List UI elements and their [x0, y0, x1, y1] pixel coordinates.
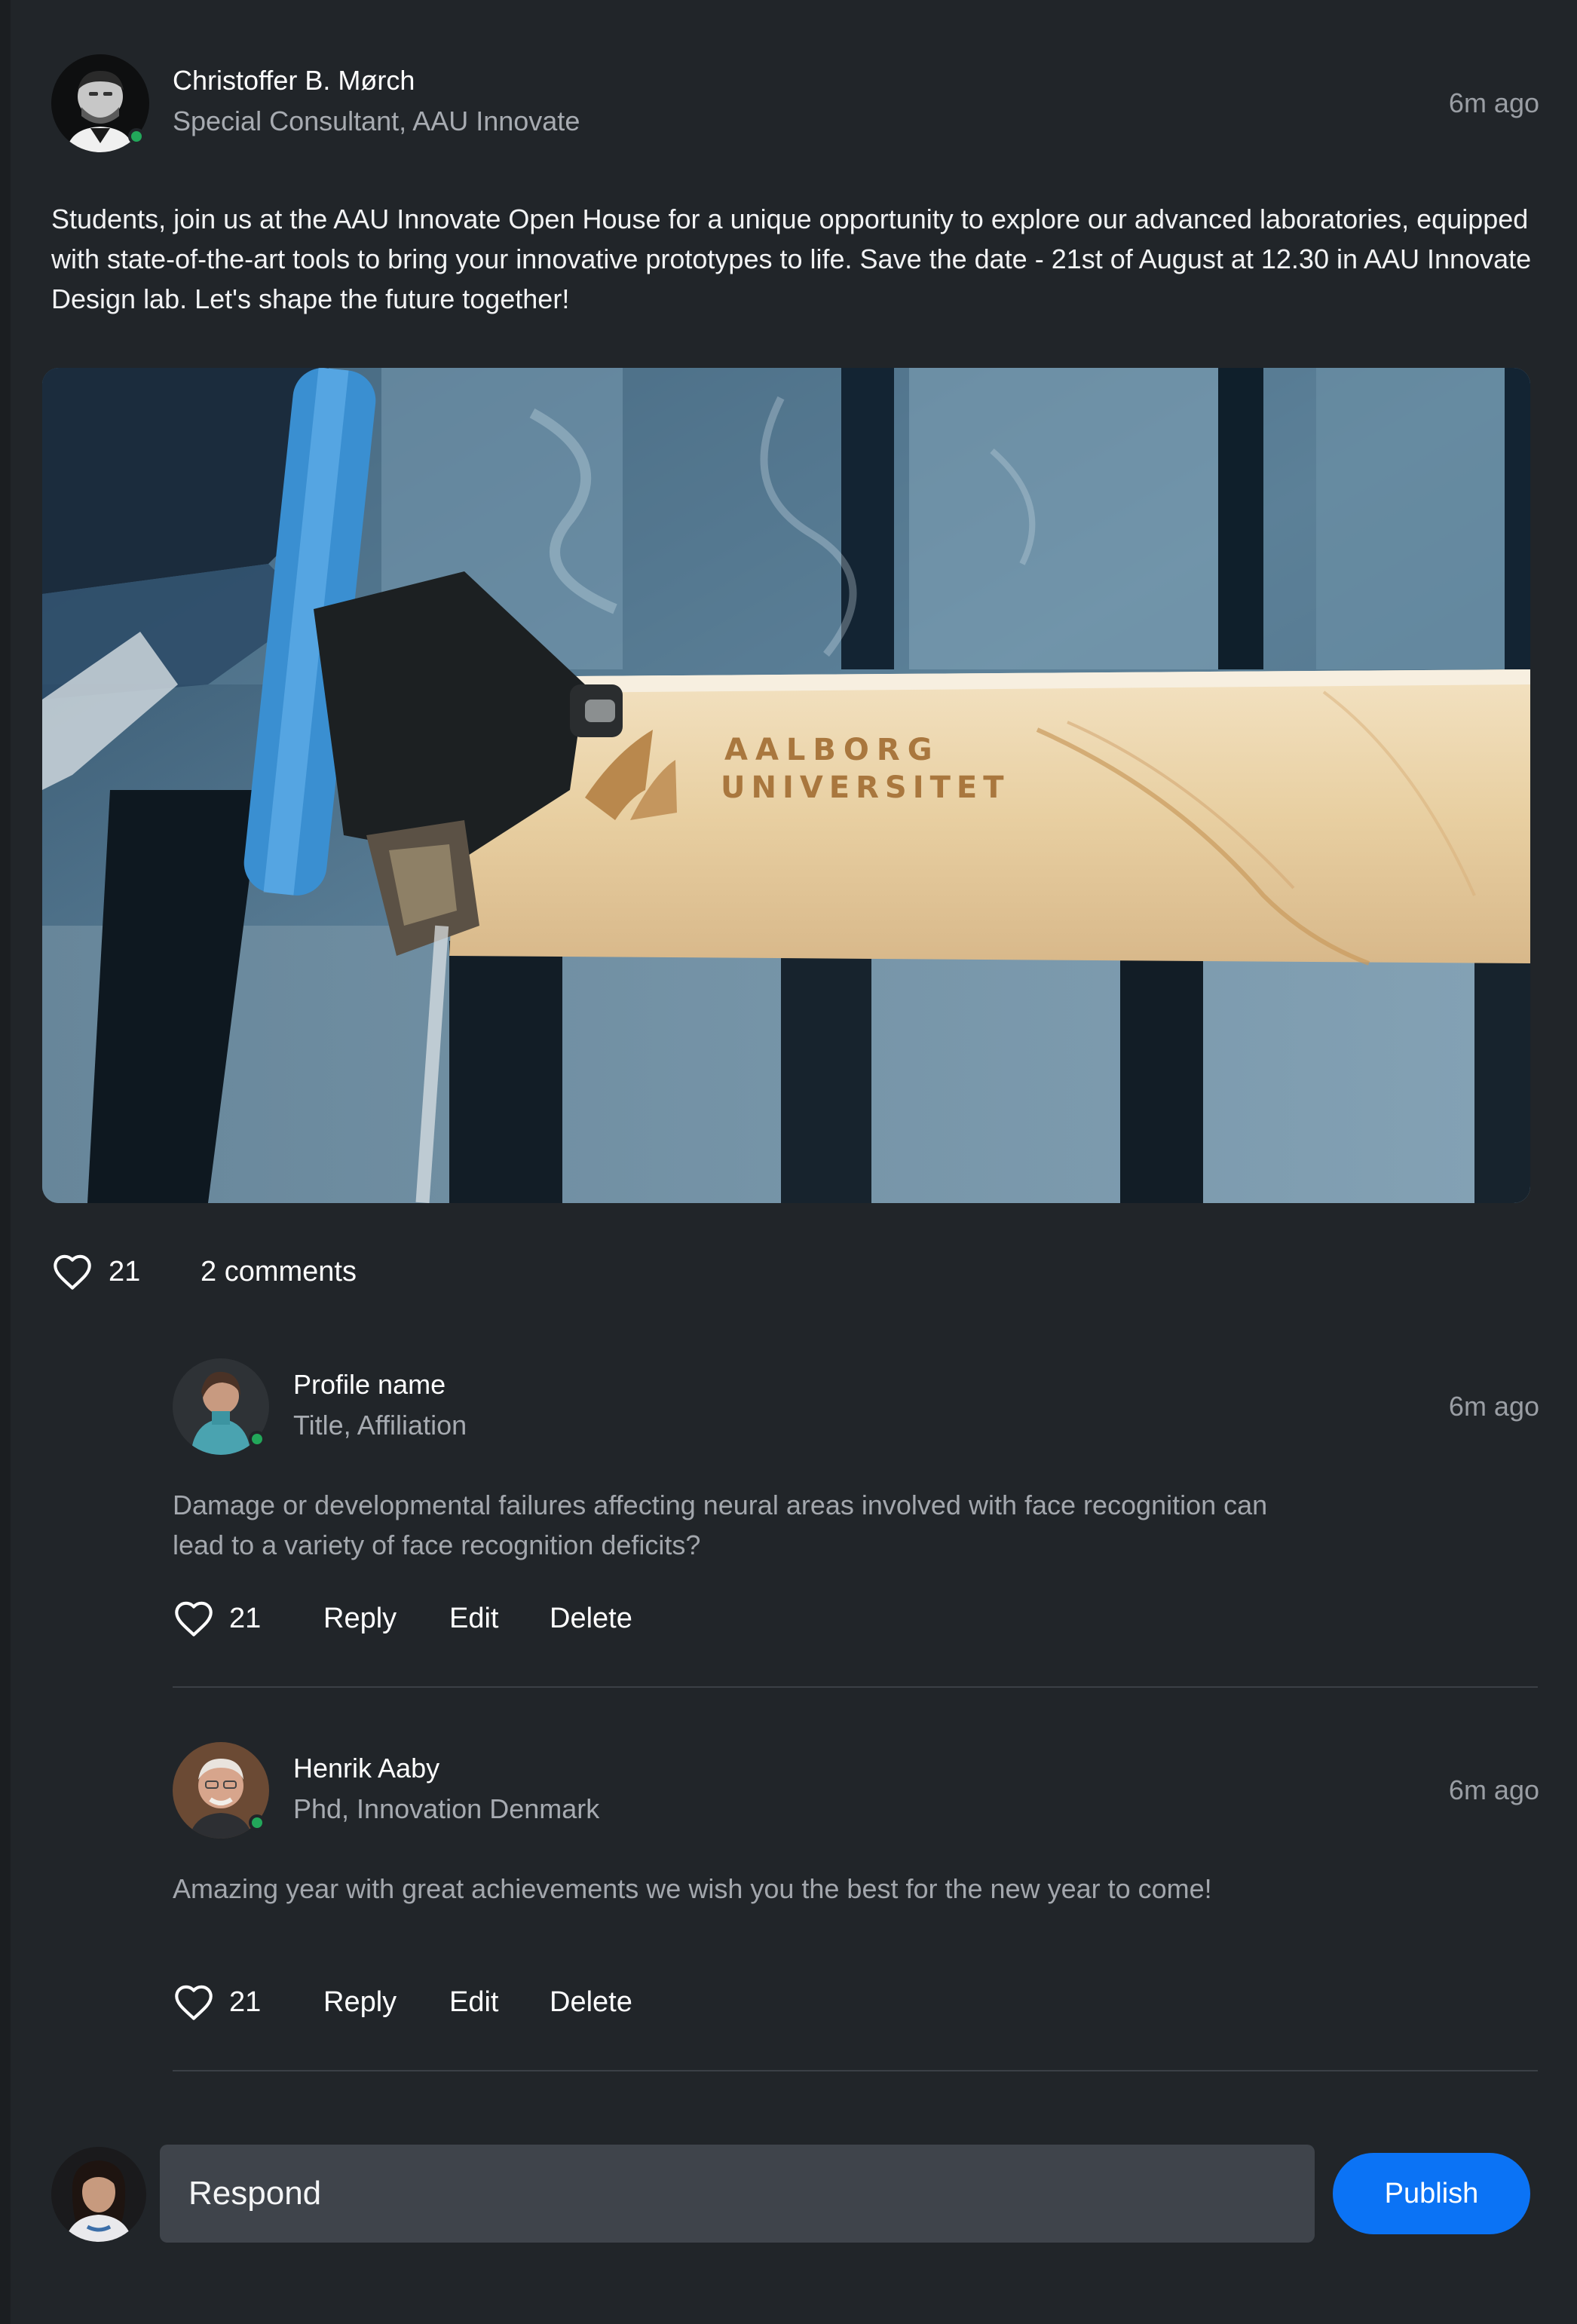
current-user-avatar[interactable]	[51, 2147, 146, 2242]
post-image[interactable]: AALBORG UNIVERSITET	[42, 368, 1530, 1203]
like-heart-icon[interactable]	[173, 1600, 215, 1637]
comment-author-name[interactable]: Henrik Aaby	[293, 1753, 439, 1784]
comment-author-title: Title, Affiliation	[293, 1410, 467, 1441]
delete-button[interactable]: Delete	[550, 1986, 632, 2019]
post-body: Students, join us at the AAU Innovate Op…	[51, 204, 1532, 314]
respond-input[interactable]	[160, 2145, 1315, 2243]
comments-count-link[interactable]: 2 comments	[201, 1256, 357, 1288]
comment-timestamp: 6m ago	[1448, 1774, 1539, 1805]
post-author-name[interactable]: Christoffer B. Mørch	[173, 65, 415, 96]
post-timestamp: 6m ago	[1448, 87, 1539, 118]
comment-author-name[interactable]: Profile name	[293, 1369, 446, 1401]
post-like-count: 21	[109, 1256, 141, 1288]
like-heart-icon[interactable]	[51, 1253, 93, 1291]
comment-body: Amazing year with great achievements we …	[173, 1873, 1212, 1904]
reply-button[interactable]: Reply	[323, 1603, 397, 1635]
edit-button[interactable]: Edit	[449, 1986, 498, 2019]
comment-like-count: 21	[229, 1986, 262, 2018]
comment-author-title: Phd, Innovation Denmark	[293, 1793, 600, 1824]
comment-divider	[173, 1686, 1538, 1688]
delete-button[interactable]: Delete	[550, 1603, 632, 1635]
publish-button[interactable]: Publish	[1333, 2153, 1530, 2234]
online-status-dot	[249, 1431, 265, 1447]
image-engraving-line2: UNIVERSITET	[721, 770, 1010, 805]
image-engraving-line1: AALBORG	[724, 733, 940, 767]
post-author-title: Special Consultant, AAU Innovate	[173, 106, 580, 136]
online-status-dot	[249, 1814, 265, 1831]
comment-timestamp: 6m ago	[1448, 1391, 1539, 1422]
comment-divider	[173, 2070, 1538, 2071]
edit-button[interactable]: Edit	[449, 1603, 498, 1635]
like-heart-icon[interactable]	[173, 1983, 215, 2021]
comment-like-count: 21	[229, 1603, 262, 1634]
comment-body: Damage or developmental failures affecti…	[173, 1490, 1268, 1560]
online-status-dot	[128, 128, 145, 145]
reply-button[interactable]: Reply	[323, 1986, 397, 2019]
